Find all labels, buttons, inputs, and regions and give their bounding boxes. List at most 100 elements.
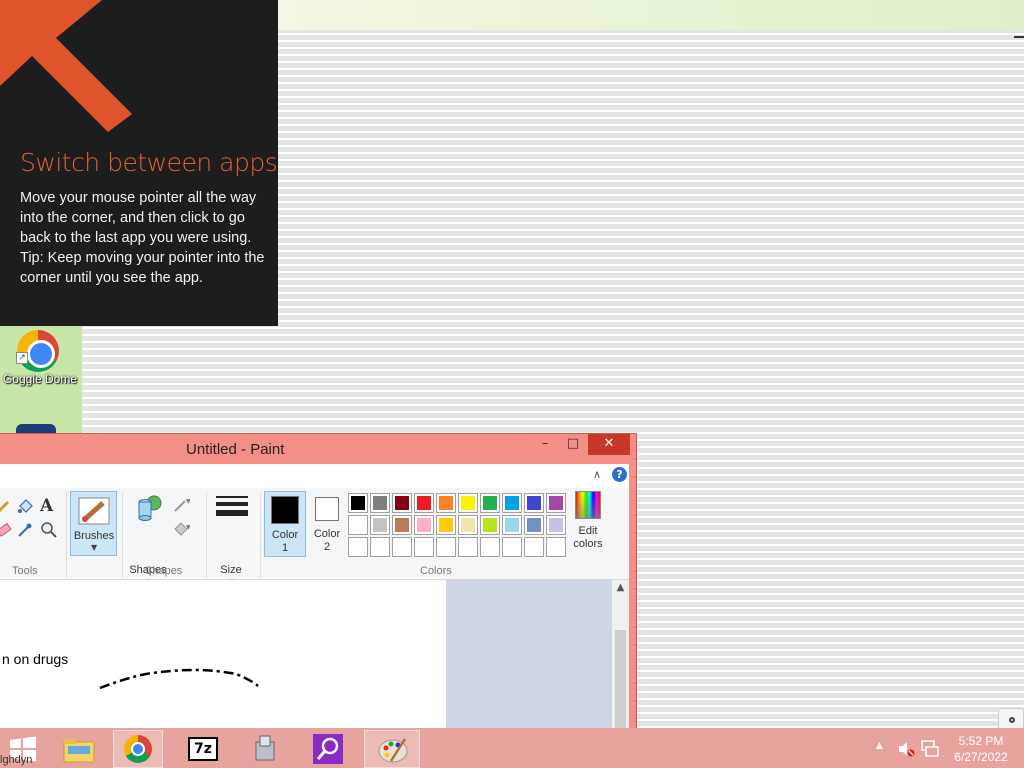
color1-swatch bbox=[271, 496, 299, 524]
canvas-area: n on drugs ▲ bbox=[0, 580, 629, 730]
scroll-up-icon[interactable]: ▲ bbox=[612, 582, 629, 593]
paint-titlebar[interactable]: Untitled - Paint – □ ✕ bbox=[0, 434, 636, 464]
palette-swatch[interactable] bbox=[436, 537, 456, 557]
brush-icon bbox=[78, 497, 110, 525]
palette-swatch[interactable] bbox=[458, 537, 478, 557]
palette-swatch[interactable] bbox=[436, 493, 456, 513]
tip-body: Move your mouse pointer all the way into… bbox=[20, 188, 265, 288]
collapse-ribbon-icon[interactable]: ∧ bbox=[590, 468, 604, 482]
desktop-partial-label: lghdyn bbox=[0, 754, 33, 766]
scroll-thumb[interactable] bbox=[615, 630, 626, 730]
taskbar: 7z ▲ 5:52 PM 6/27/2022 bbox=[0, 728, 1024, 768]
svg-text:▼: ▼ bbox=[186, 498, 190, 505]
desktop-icon-goggle-dome[interactable]: ↗ Goggle Dome bbox=[0, 328, 80, 388]
palette-swatch[interactable] bbox=[370, 515, 390, 535]
7zip-icon: 7z bbox=[188, 737, 218, 761]
brushes-button[interactable]: Brushes ▼ bbox=[70, 491, 117, 556]
brushes-label: Brushes bbox=[73, 530, 115, 542]
minimize-button[interactable]: – bbox=[532, 434, 558, 455]
palette-swatch[interactable] bbox=[502, 493, 522, 513]
taskbar-chrome[interactable] bbox=[113, 730, 163, 768]
svg-text:▼: ▼ bbox=[186, 524, 190, 531]
palette-swatch[interactable] bbox=[480, 515, 500, 535]
edit-colors-label-2[interactable]: colors bbox=[558, 538, 618, 551]
fill-bucket-icon[interactable] bbox=[16, 498, 34, 516]
taskbar-search-app[interactable] bbox=[303, 730, 353, 768]
fill-icon[interactable]: ▼ bbox=[172, 519, 190, 537]
tip-body-text: Move your mouse pointer all the way into… bbox=[20, 190, 257, 246]
paint-palette-icon bbox=[378, 738, 408, 763]
palette-swatch[interactable] bbox=[348, 537, 368, 557]
tip-hint-text: Tip: Keep moving your pointer into the c… bbox=[20, 250, 265, 286]
close-button[interactable]: ✕ bbox=[588, 434, 630, 455]
palette-swatch[interactable] bbox=[370, 493, 390, 513]
palette-swatch[interactable] bbox=[436, 515, 456, 535]
vertical-scrollbar[interactable]: ▲ bbox=[612, 580, 629, 730]
canvas-stroke bbox=[99, 668, 259, 690]
clock[interactable]: 5:52 PM 6/27/2022 bbox=[948, 733, 1014, 765]
palette-swatch[interactable] bbox=[348, 493, 368, 513]
taskbar-7zip[interactable]: 7z bbox=[178, 730, 228, 768]
help-icon[interactable]: ? bbox=[612, 467, 627, 482]
size-icon[interactable] bbox=[216, 496, 248, 518]
palette-swatch[interactable] bbox=[392, 537, 412, 557]
eraser-icon[interactable] bbox=[0, 521, 12, 539]
palette-swatch[interactable] bbox=[458, 493, 478, 513]
network-icon[interactable] bbox=[920, 739, 940, 759]
clock-date: 6/27/2022 bbox=[954, 750, 1008, 764]
ribbon: A Tools Brushes ▼ Shapes ▼ ▼ Shapes Size… bbox=[0, 488, 629, 587]
search-app-icon bbox=[313, 734, 343, 764]
palette-swatch[interactable] bbox=[502, 515, 522, 535]
palette-swatch[interactable] bbox=[546, 493, 566, 513]
installer-icon bbox=[255, 735, 275, 761]
magnifier-icon[interactable] bbox=[40, 521, 58, 539]
palette-swatch[interactable] bbox=[370, 537, 390, 557]
brushes-dropdown-icon: ▼ bbox=[91, 543, 98, 552]
corner-gear-icon[interactable] bbox=[998, 708, 1024, 730]
paint-window: Untitled - Paint – □ ✕ ∧ ? A Tools Brush… bbox=[0, 433, 637, 730]
palette-swatch[interactable] bbox=[414, 515, 434, 535]
drawing-canvas[interactable]: n on drugs bbox=[0, 580, 446, 730]
edit-colors-label[interactable]: Edit bbox=[558, 525, 618, 538]
chrome-icon bbox=[17, 330, 59, 372]
ribbon-tabbar: ∧ ? bbox=[0, 464, 629, 488]
taskbar-paint[interactable] bbox=[364, 730, 420, 768]
color2-button[interactable]: Color 2 bbox=[310, 491, 344, 557]
color-picker-icon[interactable] bbox=[16, 521, 34, 539]
outline-icon[interactable]: ▼ bbox=[172, 496, 190, 514]
palette-swatch[interactable] bbox=[392, 515, 412, 535]
palette-swatch[interactable] bbox=[480, 537, 500, 557]
desktop: ↗ Goggle Dome Switch between apps Move y… bbox=[0, 0, 1024, 768]
taskbar-file-explorer[interactable] bbox=[54, 730, 104, 768]
desktop-wallpaper-band bbox=[278, 0, 1024, 30]
palette-swatch[interactable] bbox=[458, 515, 478, 535]
shapes-icon[interactable] bbox=[132, 494, 166, 524]
color2-swatch bbox=[315, 497, 339, 521]
tip-title: Switch between apps bbox=[20, 148, 278, 177]
palette-swatch[interactable] bbox=[414, 493, 434, 513]
switch-apps-tip: Switch between apps Move your mouse poin… bbox=[0, 0, 278, 326]
palette-swatch[interactable] bbox=[502, 537, 522, 557]
palette-swatch[interactable] bbox=[524, 493, 544, 513]
window-title: Untitled - Paint bbox=[186, 441, 285, 458]
show-hidden-icons[interactable]: ▲ bbox=[876, 741, 883, 768]
cursor-mark bbox=[1014, 36, 1024, 38]
group-label-shapes: Shapes bbox=[145, 565, 183, 577]
corner-arrow-icon bbox=[0, 0, 132, 132]
canvas-text: n on drugs bbox=[2, 651, 69, 667]
size-label: Size bbox=[220, 564, 242, 576]
pencil-icon[interactable] bbox=[0, 498, 12, 516]
speaker-muted-icon[interactable] bbox=[897, 740, 915, 758]
taskbar-app-installer[interactable] bbox=[240, 730, 290, 768]
palette-swatch[interactable] bbox=[524, 515, 544, 535]
edit-colors-icon[interactable] bbox=[575, 491, 601, 519]
palette-swatch[interactable] bbox=[524, 537, 544, 557]
maximize-button[interactable]: □ bbox=[560, 434, 586, 455]
palette-swatch[interactable] bbox=[392, 493, 412, 513]
palette-swatch[interactable] bbox=[480, 493, 500, 513]
text-tool-icon[interactable]: A bbox=[40, 496, 58, 516]
palette-swatch[interactable] bbox=[348, 515, 368, 535]
folder-icon bbox=[63, 739, 95, 763]
clock-time: 5:52 PM bbox=[958, 734, 1004, 748]
palette-swatch[interactable] bbox=[414, 537, 434, 557]
